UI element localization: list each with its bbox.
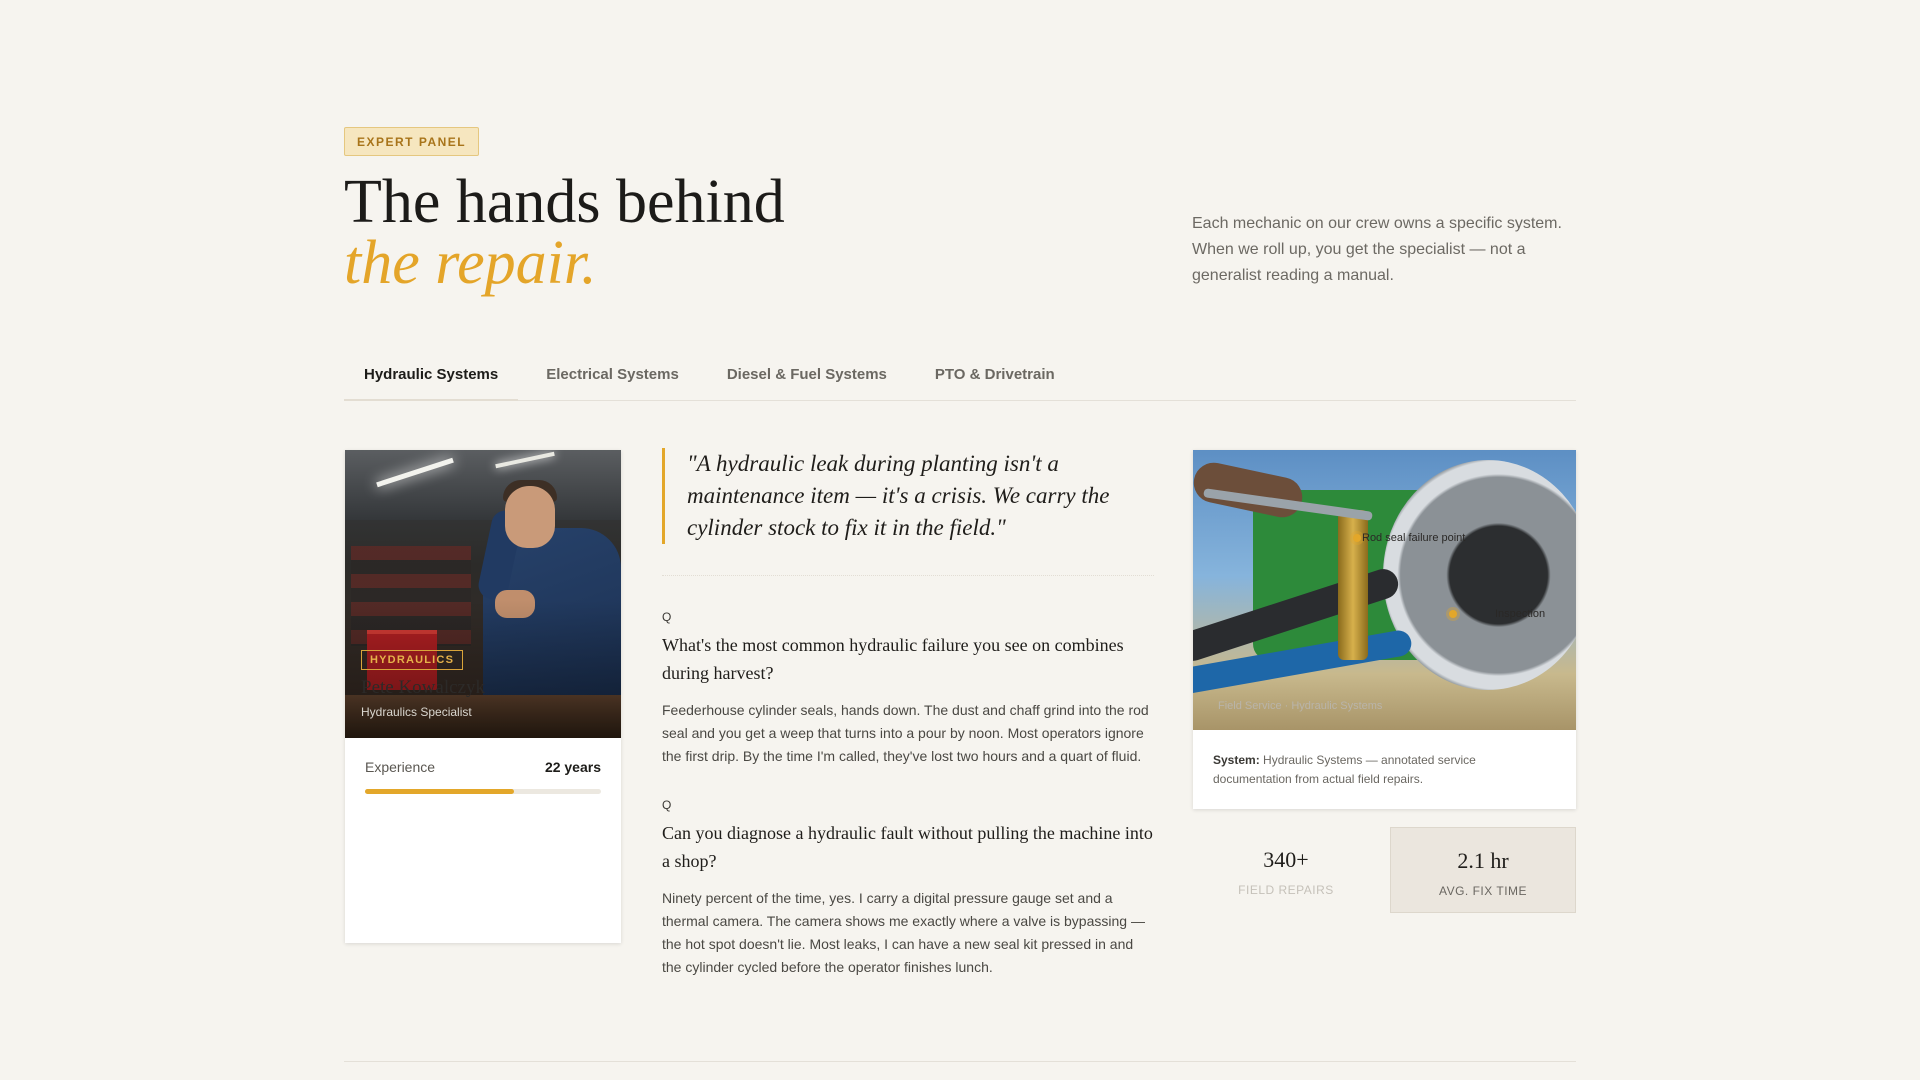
metric-label: FIELD REPAIRS [1238,883,1334,897]
mechanic-role: Hydraulics Specialist [361,705,472,719]
figure-caption: System: Hydraulic Systems — annotated se… [1193,730,1576,789]
tab-electrical-systems[interactable]: Electrical Systems [526,348,699,401]
qa-item: Q What's the most common hydraulic failu… [662,610,1154,768]
answer-text: Feederhouse cylinder seals, hands down. … [662,702,1149,764]
mechanic-photo: HYDRAULICS Pete Kowalczyk Hydraulics Spe… [345,450,621,738]
question-text: What's the most common hydraulic failure… [662,635,1124,683]
specialty-tag: HYDRAULICS [361,650,464,670]
tab-diesel-fuel-systems[interactable]: Diesel & Fuel Systems [707,348,907,401]
qa-item: Q Can you diagnose a hydraulic fault wit… [662,798,1154,979]
metric-value: 2.1 hr [1457,848,1509,873]
annotation-dot[interactable] [1449,610,1457,618]
photo-ceiling [345,450,621,520]
mechanic-profile-card: HYDRAULICS Pete Kowalczyk Hydraulics Spe… [345,450,621,943]
metrics-row: 340+ FIELD REPAIRS 2.1 hr AVG. FIX TIME [1193,827,1576,913]
pull-quote: "A hydraulic leak during planting isn't … [662,448,1154,544]
metric-avg-fix-time: 2.1 hr AVG. FIX TIME [1390,827,1576,913]
experience-value: 22 years [544,759,601,775]
annotation-label: Rod seal failure point [1362,532,1466,544]
metric-field-repairs: 340+ FIELD REPAIRS [1193,827,1379,913]
annotation-label: Inspection [1495,608,1546,620]
service-figure-card: Rod seal failure point Inspection Field … [1193,450,1576,809]
caption-label: System: [1213,753,1260,767]
section-badge: EXPERT PANEL [344,127,480,156]
experience-label: Experience [365,759,436,775]
mechanic-name: Pete Kowalczyk [361,677,485,698]
headline-line-1: The hands behind [344,168,785,236]
quote-divider [662,575,1154,576]
metric-label: AVG. FIX TIME [1438,884,1528,898]
experience-bar [365,789,601,794]
question-marker: Q [662,610,672,624]
service-photo: Rod seal failure point Inspection Field … [1193,450,1576,730]
experience-stat: Experience 22 years [345,738,621,775]
section-divider [344,1061,1576,1062]
photo-mechanic-head [505,486,555,548]
question-text: Can you diagnose a hydraulic fault witho… [662,823,1153,871]
answer-text: Ninety percent of the time, yes. I carry… [662,890,1145,975]
experience-bar-fill [365,789,514,794]
tab-hydraulic-systems[interactable]: Hydraulic Systems [344,348,519,401]
image-label: Field Service · Hydraulic Systems [1218,700,1383,712]
system-tabs: Hydraulic Systems Electrical Systems Die… [344,348,1576,401]
question-marker: Q [662,798,672,812]
expert-panel-section: EXPERT PANEL The hands behind the repair… [344,127,1576,1062]
metric-value: 340+ [1263,847,1309,872]
intro-text: Each mechanic on our crew owns a specifi… [1192,215,1562,284]
annotation-dot[interactable] [1353,534,1361,542]
tab-pto-drivetrain[interactable]: PTO & Drivetrain [915,348,1075,401]
